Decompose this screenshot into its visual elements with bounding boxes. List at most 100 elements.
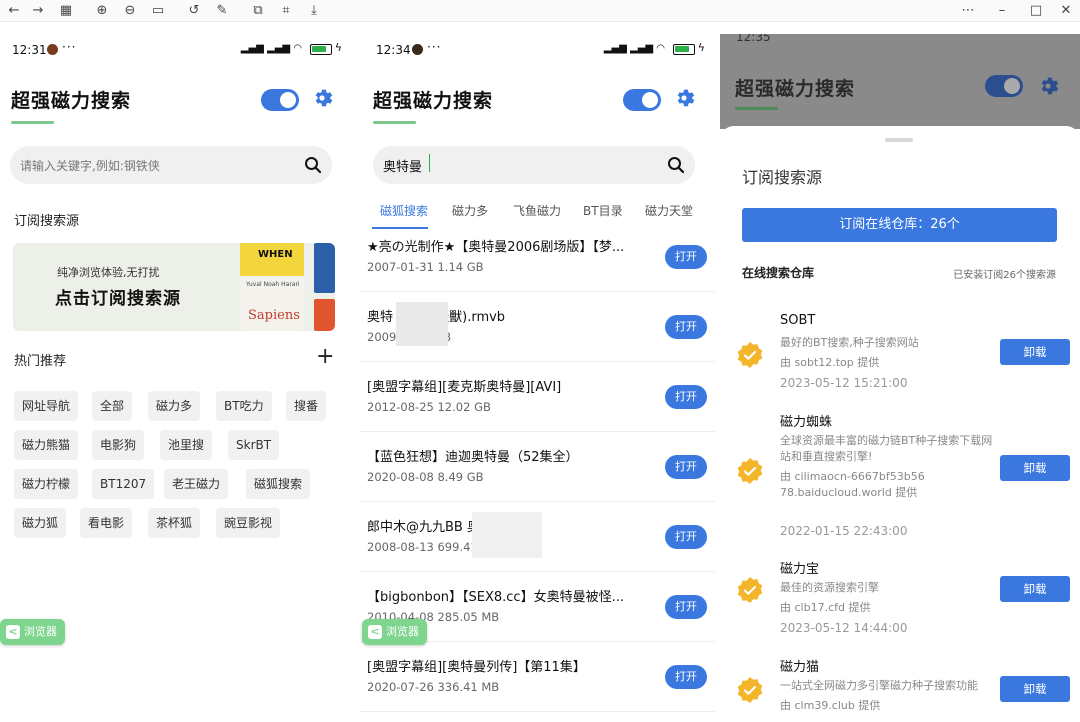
- mode-toggle[interactable]: [623, 89, 661, 111]
- chip[interactable]: 搜番: [286, 391, 327, 421]
- chip[interactable]: 磁狐搜索: [246, 469, 311, 499]
- chip[interactable]: 老王磁力: [164, 469, 229, 499]
- banner-title: 点击订阅搜索源: [55, 289, 181, 309]
- tab-tiantang[interactable]: 磁力天堂: [645, 202, 693, 219]
- more-icon[interactable]: ⋯: [958, 1, 978, 21]
- settings-gear-icon[interactable]: [672, 86, 696, 110]
- uninstall-button[interactable]: 卸载: [1000, 676, 1070, 702]
- result-row[interactable]: [奥盟字幕组][奥特曼列传]【第11集】 2020-07-26 336.41 M…: [360, 642, 715, 712]
- source-name: 磁力猫: [780, 660, 820, 675]
- drag-handle[interactable]: [885, 138, 913, 142]
- source-provider: 由 clb17.cfd 提供: [780, 601, 871, 614]
- edit-icon[interactable]: ✎: [212, 1, 232, 21]
- browser-button[interactable]: < 浏览器: [362, 619, 427, 645]
- notification-icon: [47, 44, 58, 55]
- result-row[interactable]: 奥特 超人與怪獸).rmvb 2009-1 .45 MB 打开: [360, 292, 715, 362]
- maximize-icon[interactable]: □: [1026, 1, 1046, 21]
- result-row[interactable]: 郎中木@九九BB 奥特曼 2008-08-13 699.41 N 打开: [360, 502, 715, 572]
- fit-icon[interactable]: ▭: [148, 1, 168, 21]
- source-date: 2022-01-15 22:43:00: [780, 524, 908, 538]
- source-name: SOBT: [780, 313, 816, 328]
- uninstall-button[interactable]: 卸载: [1000, 339, 1070, 365]
- chip[interactable]: 全部: [92, 391, 133, 421]
- chip[interactable]: 网址导航: [14, 391, 79, 421]
- search-input[interactable]: 请输入关键字,例如:钢铁侠: [10, 146, 332, 184]
- chip[interactable]: 池里搜: [160, 430, 213, 460]
- status-time: 12:35: [736, 34, 771, 44]
- sapiens-cover-image: Yuval Noah Harari Sapiens: [240, 277, 304, 331]
- hot-heading: 热门推荐: [14, 354, 67, 369]
- search-input[interactable]: 奥特曼: [373, 146, 695, 184]
- settings-gear-icon[interactable]: [310, 86, 334, 110]
- open-button[interactable]: 打开: [665, 245, 707, 269]
- tab-btmulu[interactable]: BT目录: [583, 202, 623, 219]
- subscribe-banner[interactable]: 纯净浏览体验,无打扰 点击订阅搜索源 WHEN Yuval Noah Harar…: [13, 243, 335, 331]
- result-row[interactable]: ★亮の光制作★【奥特曼2006剧场版】【梦... 2007-01-31 1.14…: [360, 222, 715, 292]
- results-screen: 12:34 ··· ▂▄▆ ▂▄▆ ◠ ϟ 超强磁力搜索 奥特曼 磁狐搜索 磁力…: [360, 34, 715, 722]
- back-icon[interactable]: ←: [4, 1, 24, 21]
- forward-icon[interactable]: →: [28, 1, 48, 21]
- source-provider: 由 sobt12.top 提供: [780, 356, 880, 369]
- open-button[interactable]: 打开: [665, 595, 707, 619]
- chip[interactable]: 看电影: [80, 508, 133, 538]
- sources-heading: 订阅搜索源: [14, 214, 80, 229]
- book-cover-text: WHEN: [258, 249, 293, 260]
- chip[interactable]: 电影狗: [92, 430, 145, 460]
- open-button[interactable]: 打开: [665, 455, 707, 479]
- result-title: 【蓝色狂想】迪迦奥特曼（52集全）: [367, 450, 579, 465]
- chip[interactable]: 茶杯狐: [148, 508, 201, 538]
- redaction-mask: [396, 302, 448, 346]
- browser-button[interactable]: < 浏览器: [0, 619, 65, 645]
- tab-cihu[interactable]: 磁狐搜索: [380, 202, 428, 219]
- redaction-mask: [472, 512, 542, 558]
- search-icon[interactable]: [304, 156, 322, 174]
- notification-icon: [412, 44, 423, 55]
- tab-feiyu[interactable]: 飞鱼磁力: [513, 202, 561, 219]
- title-underline: [373, 121, 416, 124]
- chip[interactable]: 磁力柠檬: [14, 469, 79, 499]
- add-icon[interactable]: +: [316, 346, 334, 368]
- result-meta: 2007-01-31 1.14 GB: [367, 260, 484, 274]
- open-button[interactable]: 打开: [665, 525, 707, 549]
- result-title: ★亮の光制作★【奥特曼2006剧场版】【梦...: [367, 240, 625, 255]
- title-underline: [735, 107, 778, 110]
- result-meta: 2012-08-25 12.02 GB: [367, 400, 491, 414]
- crop-icon[interactable]: ⌗: [276, 1, 296, 21]
- grid-icon[interactable]: ▦: [56, 1, 76, 21]
- uninstall-button[interactable]: 卸载: [1000, 576, 1070, 602]
- open-button[interactable]: 打开: [665, 665, 707, 689]
- chip[interactable]: BT吃力: [216, 391, 272, 421]
- save-icon[interactable]: ⤓: [304, 1, 324, 21]
- app-title: 超强磁力搜索: [11, 90, 132, 112]
- settings-gear-icon: [1041, 77, 1059, 95]
- tab-ciliduo[interactable]: 磁力多: [452, 202, 488, 219]
- uninstall-button[interactable]: 卸载: [1000, 455, 1070, 481]
- close-icon[interactable]: ✕: [1056, 1, 1076, 21]
- open-button[interactable]: 打开: [665, 385, 707, 409]
- chip[interactable]: 磁力多: [148, 391, 201, 421]
- result-title: [奥盟字幕组][麦克斯奥特曼][AVI]: [367, 380, 562, 395]
- copy-icon[interactable]: ⧉: [248, 1, 268, 21]
- browser-label: 浏览器: [386, 625, 419, 638]
- battery-icon: [310, 44, 332, 55]
- minimize-icon[interactable]: –: [992, 1, 1012, 21]
- mode-toggle[interactable]: [261, 89, 299, 111]
- subscribe-repo-button[interactable]: 订阅在线仓库：26个: [742, 208, 1057, 242]
- chip[interactable]: SkrBT: [228, 430, 280, 460]
- chip[interactable]: 磁力熊猫: [14, 430, 79, 460]
- result-row[interactable]: 【蓝色狂想】迪迦奥特曼（52集全） 2020-08-08 8.49 GB 打开: [360, 432, 715, 502]
- book-cover-image: WHEN: [240, 243, 304, 276]
- chip[interactable]: BT1207: [92, 469, 155, 499]
- result-row[interactable]: [奥盟字幕组][麦克斯奥特曼][AVI] 2012-08-25 12.02 GB…: [360, 362, 715, 432]
- book-author: Yuval Noah Harari: [246, 281, 300, 288]
- rotate-icon[interactable]: ↺: [184, 1, 204, 21]
- zoom-out-icon[interactable]: ⊖: [120, 1, 140, 21]
- book-cover-blue: [314, 243, 335, 293]
- search-icon[interactable]: [667, 156, 685, 174]
- status-time: 12:34: [376, 43, 411, 57]
- zoom-in-icon[interactable]: ⊕: [92, 1, 112, 21]
- open-button[interactable]: 打开: [665, 315, 707, 339]
- chip[interactable]: 豌豆影视: [216, 508, 281, 538]
- chip[interactable]: 磁力狐: [14, 508, 67, 538]
- result-meta: 2020-08-08 8.49 GB: [367, 470, 484, 484]
